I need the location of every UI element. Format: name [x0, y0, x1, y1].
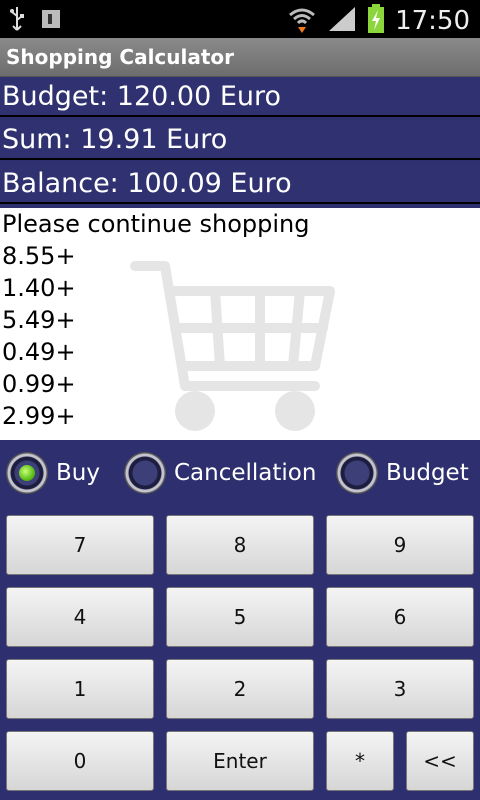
multiply-button[interactable]: * — [326, 731, 394, 791]
radio-selected-icon[interactable] — [6, 452, 48, 494]
sum-display: Sum: 19.91 Euro — [0, 120, 480, 160]
wifi-icon — [287, 5, 317, 37]
key-5[interactable]: 5 — [166, 587, 314, 647]
radio-budget[interactable]: Budget — [336, 452, 469, 494]
radio-unselected-icon[interactable] — [336, 452, 378, 494]
signal-icon — [327, 5, 357, 37]
list-item: 1.40+ — [2, 274, 76, 302]
list-item: 0.99+ — [2, 370, 76, 398]
backspace-button[interactable]: << — [406, 731, 474, 791]
list-item: 5.49+ — [2, 306, 76, 334]
key-3[interactable]: 3 — [326, 659, 474, 719]
radio-cancellation[interactable]: Cancellation — [124, 452, 316, 494]
radio-buy[interactable]: Buy — [6, 452, 100, 494]
status-message: Please continue shopping — [2, 210, 310, 238]
radio-budget-label: Budget — [386, 460, 469, 486]
list-item: 0.49+ — [2, 338, 76, 366]
budget-display: Budget: 120.00 Euro — [0, 77, 480, 117]
mode-selector: Buy Cancellation Budget — [0, 442, 480, 510]
sim-card-icon — [40, 8, 62, 34]
radio-buy-label: Buy — [56, 460, 100, 486]
key-0[interactable]: 0 — [6, 731, 154, 791]
item-list[interactable]: Please continue shopping 8.55+ 1.40+ 5.4… — [0, 208, 480, 440]
list-item: 8.55+ — [2, 242, 76, 270]
clock: 17:50 — [395, 6, 470, 36]
key-6[interactable]: 6 — [326, 587, 474, 647]
enter-button[interactable]: Enter — [166, 731, 314, 791]
list-item: 2.99+ — [2, 402, 76, 430]
title-bar: Shopping Calculator — [0, 38, 480, 77]
balance-display: Balance: 100.09 Euro — [0, 164, 480, 204]
key-8[interactable]: 8 — [166, 515, 314, 575]
radio-cancellation-label: Cancellation — [174, 460, 317, 486]
key-2[interactable]: 2 — [166, 659, 314, 719]
key-7[interactable]: 7 — [6, 515, 154, 575]
battery-charging-icon — [367, 4, 385, 38]
status-bar: 17:50 — [0, 0, 480, 38]
usb-icon — [8, 6, 26, 36]
key-4[interactable]: 4 — [6, 587, 154, 647]
key-9[interactable]: 9 — [326, 515, 474, 575]
radio-unselected-icon[interactable] — [124, 452, 166, 494]
key-1[interactable]: 1 — [6, 659, 154, 719]
app-title: Shopping Calculator — [6, 45, 235, 69]
